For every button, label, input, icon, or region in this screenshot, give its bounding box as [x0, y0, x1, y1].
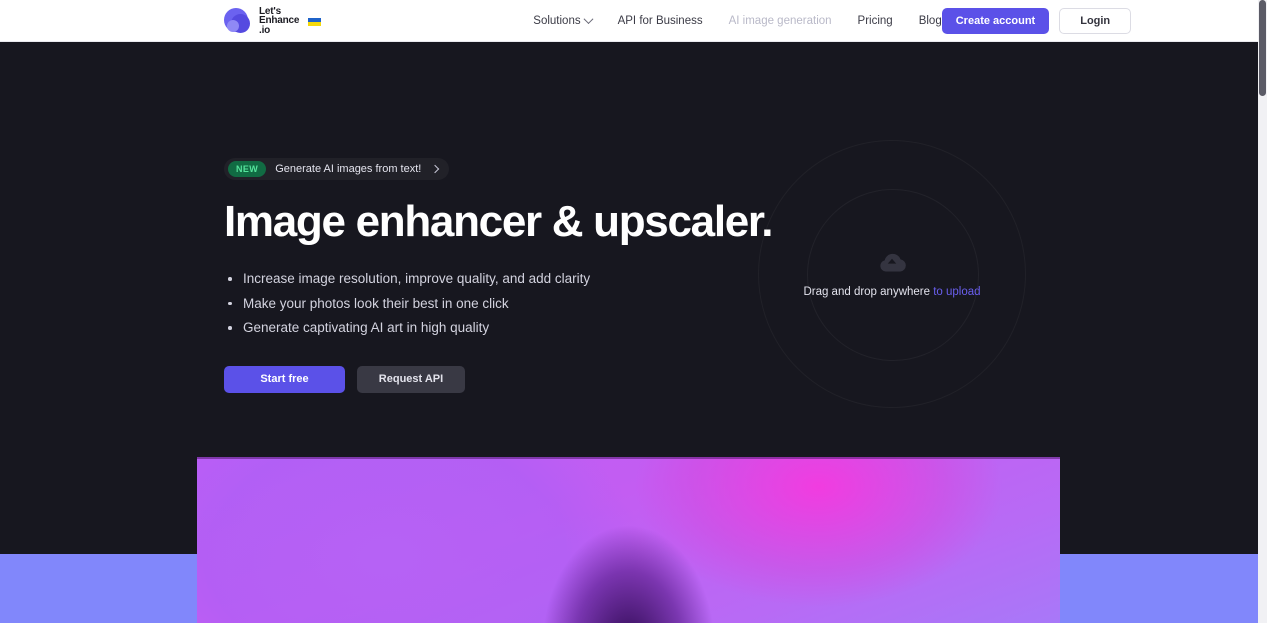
list-item: Make your photos look their best in one … — [224, 294, 784, 314]
chevron-down-icon — [583, 14, 594, 25]
header-actions: Create account Login — [941, 7, 1132, 34]
dropzone-content: Drag and drop anywhere to upload — [742, 250, 1042, 298]
main-navigation: Solutions API for Business AI image gene… — [533, 14, 942, 27]
start-free-button[interactable]: Start free — [224, 365, 345, 393]
chevron-right-icon — [431, 164, 440, 174]
nav-item-ai-image-generation[interactable]: AI image generation — [729, 15, 832, 27]
scrollbar-thumb[interactable] — [1259, 0, 1266, 96]
site-logo[interactable]: Let's Enhance .io — [224, 6, 322, 36]
list-item: Generate captivating AI art in high qual… — [224, 318, 784, 338]
badge-text: Generate AI images from text! — [275, 163, 422, 175]
dropzone-label: Drag and drop anywhere to upload — [803, 286, 980, 298]
nav-label-api-for-business: API for Business — [617, 14, 703, 27]
upload-dropzone[interactable]: Drag and drop anywhere to upload — [758, 140, 1026, 408]
badge-new-tag: NEW — [228, 161, 267, 177]
logo-wordmark: Let's Enhance .io — [259, 6, 299, 36]
nav-label-blog: Blog — [918, 14, 942, 27]
request-api-button[interactable]: Request API — [357, 365, 465, 393]
ukraine-flag-icon — [308, 17, 322, 26]
nav-label-solutions: Solutions — [533, 14, 581, 27]
nav-label-ai-image-generation: AI image generation — [728, 14, 832, 27]
nav-item-api-for-business[interactable]: API for Business — [618, 15, 703, 27]
new-feature-badge[interactable]: NEW Generate AI images from text! — [224, 158, 450, 180]
nav-item-blog[interactable]: Blog — [919, 15, 942, 27]
lets-enhance-logo-icon — [224, 6, 253, 35]
create-account-button[interactable]: Create account — [941, 7, 1050, 34]
upload-link[interactable]: to upload — [933, 286, 980, 298]
dropzone-text: Drag and drop anywhere — [803, 286, 931, 298]
logo-line-3: .io — [259, 24, 271, 36]
cloud-upload-icon — [880, 253, 906, 272]
list-item: Increase image resolution, improve quali… — [224, 269, 784, 289]
login-button[interactable]: Login — [1059, 7, 1132, 34]
page-root: Let's Enhance .io Solutions API for Busi… — [0, 0, 1267, 623]
site-header: Let's Enhance .io Solutions API for Busi… — [0, 0, 1258, 42]
feature-list: Increase image resolution, improve quali… — [224, 269, 784, 338]
nav-label-pricing: Pricing — [857, 14, 893, 27]
showcase-image — [197, 457, 1060, 623]
nav-item-pricing[interactable]: Pricing — [858, 15, 893, 27]
hero-content: NEW Generate AI images from text! Image … — [224, 158, 784, 393]
nav-item-solutions[interactable]: Solutions — [533, 14, 594, 27]
page-scrollbar[interactable] — [1258, 0, 1267, 623]
page-title: Image enhancer & upscaler. — [224, 197, 774, 246]
cta-button-group: Start free Request API — [224, 365, 784, 393]
